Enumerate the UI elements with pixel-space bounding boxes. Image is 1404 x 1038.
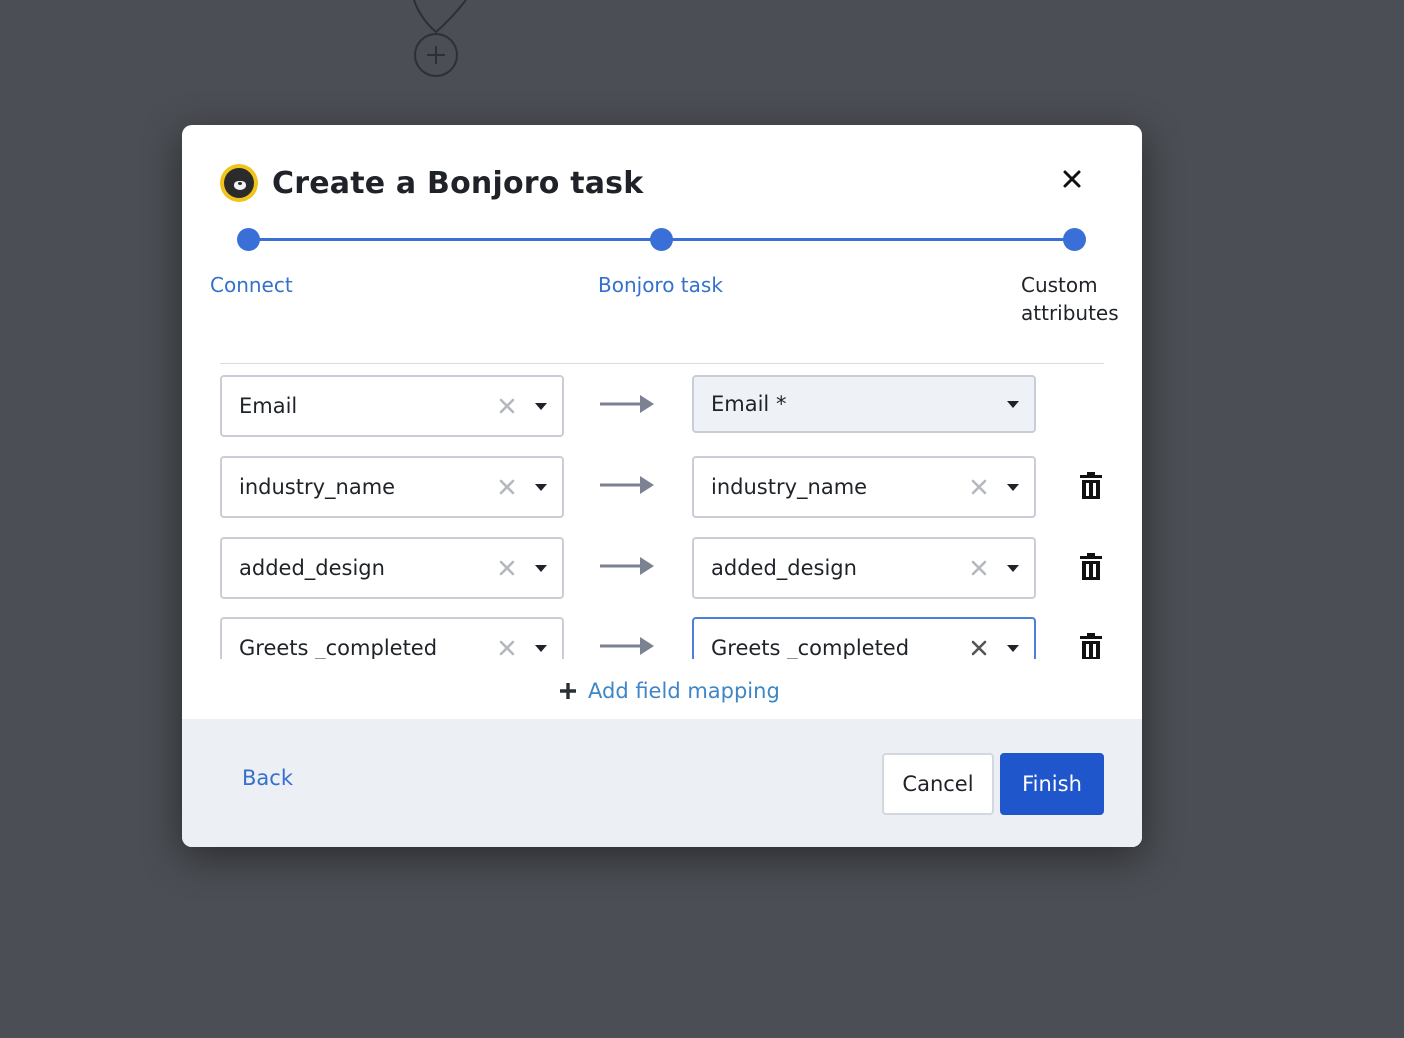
target-field-select[interactable]: added_design [692, 537, 1036, 599]
target-field-value: Greets _completed [711, 636, 910, 659]
clear-icon[interactable] [496, 476, 518, 498]
modal-footer: Back Cancel Finish [182, 719, 1142, 847]
trash-icon[interactable] [1079, 633, 1103, 659]
close-button[interactable] [1058, 165, 1086, 193]
create-task-modal: Create a Bonjoro task Connect Bonjoro ta… [182, 125, 1142, 847]
workflow-connector [413, 0, 467, 77]
target-field-value: industry_name [711, 475, 868, 499]
trash-icon[interactable] [1079, 553, 1103, 581]
field-mapping-list: Email Email * industry_name industry_nam… [220, 365, 1104, 659]
back-button[interactable]: Back [242, 766, 293, 790]
add-field-mapping-label: Add field mapping [588, 679, 780, 703]
source-field-select[interactable]: Email [220, 375, 564, 437]
step-label-connect[interactable]: Connect [210, 271, 293, 299]
finish-button[interactable]: Finish [1000, 753, 1104, 815]
chevron-down-icon[interactable] [534, 401, 548, 411]
source-field-value: Email [239, 394, 298, 418]
step-label-custom-attributes: Custom attributes [1021, 273, 1119, 325]
trash-icon[interactable] [1079, 472, 1103, 500]
source-field-value: industry_name [239, 475, 396, 499]
target-field-select[interactable]: industry_name [692, 456, 1036, 518]
arrow-right-icon [600, 476, 654, 494]
source-field-select[interactable]: Greets _completed [220, 617, 564, 659]
chevron-down-icon[interactable] [1006, 482, 1020, 492]
clear-icon[interactable] [496, 637, 518, 659]
target-field-value: added_design [711, 556, 857, 580]
target-field-select[interactable]: Email * [692, 375, 1036, 433]
chevron-down-icon[interactable] [1006, 563, 1020, 573]
chevron-down-icon[interactable] [534, 563, 548, 573]
add-field-mapping-button[interactable]: Add field mapping [558, 677, 780, 705]
target-field-value: Email * [711, 392, 787, 416]
source-field-select[interactable]: industry_name [220, 456, 564, 518]
chevron-down-icon[interactable] [1006, 399, 1020, 409]
add-step-button[interactable] [415, 34, 457, 76]
step-dot-connect[interactable] [237, 228, 260, 251]
arrow-right-icon [600, 395, 654, 413]
mapping-row: added_design added_design [220, 537, 1104, 599]
close-icon [1063, 170, 1081, 188]
target-field-select[interactable]: Greets _completed [692, 617, 1036, 659]
modal-title: Create a Bonjoro task [272, 165, 644, 201]
arrow-right-icon [600, 557, 654, 575]
source-field-select[interactable]: added_design [220, 537, 564, 599]
step-dot-custom-attributes [1063, 228, 1086, 251]
plus-icon [560, 683, 576, 699]
modal-header: Create a Bonjoro task [220, 163, 643, 203]
mapping-row: industry_name industry_name [220, 456, 1104, 518]
arrow-right-icon [600, 637, 654, 655]
clear-icon[interactable] [968, 476, 990, 498]
bonjoro-logo-icon [220, 164, 258, 202]
cancel-button[interactable]: Cancel [882, 753, 994, 815]
clear-icon[interactable] [968, 637, 990, 659]
chevron-down-icon[interactable] [1006, 643, 1020, 653]
step-dot-bonjoro-task[interactable] [650, 228, 673, 251]
clear-icon[interactable] [496, 557, 518, 579]
mapping-row: Email Email * [220, 375, 1104, 437]
source-field-value: Greets _completed [239, 636, 438, 659]
chevron-down-icon[interactable] [534, 482, 548, 492]
divider [220, 363, 1104, 364]
source-field-value: added_design [239, 556, 385, 580]
clear-icon[interactable] [968, 557, 990, 579]
chevron-down-icon[interactable] [534, 643, 548, 653]
mapping-row: Greets _completed Greets _completed [220, 617, 1104, 659]
clear-icon[interactable] [496, 395, 518, 417]
step-label-bonjoro-task[interactable]: Bonjoro task [598, 271, 723, 299]
